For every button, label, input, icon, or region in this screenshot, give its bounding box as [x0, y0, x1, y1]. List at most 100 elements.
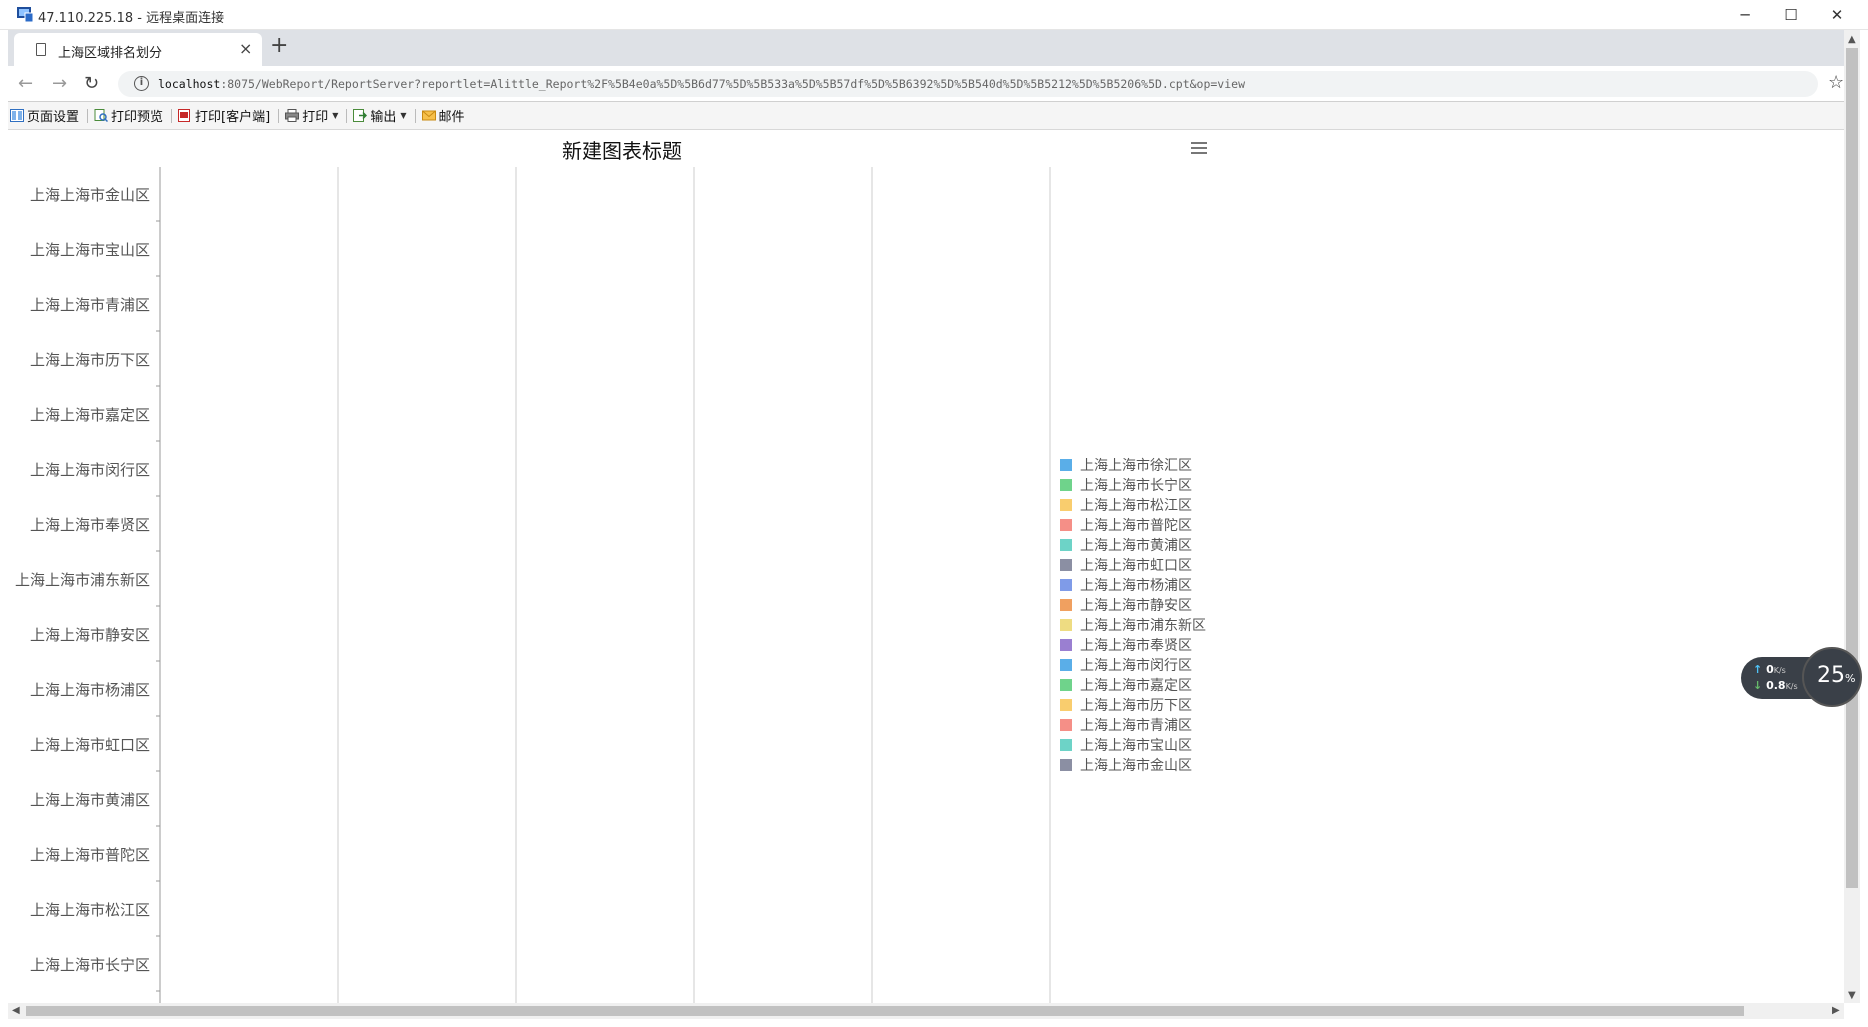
legend-item[interactable]: 上海上海市黄浦区: [1060, 537, 1192, 554]
y-tick-label: 上海上海市奉贤区: [30, 516, 150, 534]
reload-icon[interactable]: ↻: [84, 73, 99, 94]
toolbar-divider: [346, 108, 348, 123]
chart-grid: [159, 167, 1051, 1003]
chevron-down-icon: ▼: [400, 111, 407, 120]
legend-item[interactable]: 上海上海市虹口区: [1060, 557, 1192, 574]
legend-item[interactable]: 上海上海市历下区: [1060, 697, 1192, 714]
url-path: :8075/WebReport/ReportServer?reportlet=A…: [220, 77, 1246, 91]
toolbar-divider: [87, 108, 89, 123]
legend-swatch: [1060, 599, 1072, 611]
page-setup-label: 页面设置: [27, 110, 80, 125]
tab-close-icon[interactable]: ×: [239, 39, 252, 58]
legend-item[interactable]: 上海上海市奉贤区: [1060, 637, 1192, 654]
new-tab-icon[interactable]: +: [270, 33, 288, 58]
legend-item[interactable]: 上海上海市金山区: [1060, 757, 1192, 774]
url-host: localhost: [158, 77, 221, 91]
cpu-value: 25: [1817, 663, 1845, 688]
toolbar-divider: [278, 108, 280, 123]
legend-item[interactable]: 上海上海市静安区: [1060, 597, 1192, 614]
print-label: 打印: [302, 110, 329, 125]
maximize-button[interactable]: ☐: [1768, 3, 1814, 27]
page-setup-button[interactable]: 页面设置: [10, 106, 79, 125]
legend-swatch: [1060, 759, 1072, 771]
print-dropdown-button[interactable]: 打印 ▼: [285, 106, 338, 125]
vertical-scroll-thumb[interactable]: [1846, 48, 1858, 888]
legend-item[interactable]: 上海上海市宝山区: [1060, 737, 1192, 754]
remote-desktop-window: 47.110.225.18 - 远程桌面连接 ─ ☐ ✕ 上海区域排名划分 × …: [0, 0, 1868, 1027]
toolbar-divider: [171, 108, 173, 123]
legend-swatch: [1060, 659, 1072, 671]
scroll-down-arrow-icon[interactable]: ▼: [1848, 990, 1856, 1001]
close-button[interactable]: ✕: [1814, 3, 1860, 27]
export-dropdown-button[interactable]: 输出 ▼: [353, 106, 407, 125]
legend-item[interactable]: 上海上海市浦东新区: [1060, 617, 1206, 634]
y-tick-label: 上海上海市金山区: [30, 186, 150, 204]
chart-legend: 上海上海市徐汇区上海上海市长宁区上海上海市松江区上海上海市普陀区上海上海市黄浦区…: [1060, 457, 1206, 774]
legend-label: 上海上海市奉贤区: [1080, 637, 1192, 654]
legend-item[interactable]: 上海上海市杨浦区: [1060, 577, 1192, 594]
toolbar-divider: [414, 108, 416, 123]
legend-swatch: [1060, 499, 1072, 511]
chart-menu-icon[interactable]: [1191, 142, 1207, 154]
y-tick-label: 上海上海市历下区: [30, 351, 150, 369]
bookmark-star-icon[interactable]: ☆: [1828, 72, 1844, 93]
upload-arrow-icon: ↑: [1753, 663, 1763, 676]
legend-swatch: [1060, 719, 1072, 731]
browser-tab-bar: 上海区域排名划分 × +: [8, 30, 1848, 66]
close-icon: ✕: [1830, 6, 1844, 24]
legend-item[interactable]: 上海上海市闵行区: [1060, 657, 1192, 674]
cpu-unit: %: [1845, 672, 1856, 685]
legend-label: 上海上海市嘉定区: [1080, 677, 1192, 694]
legend-label: 上海上海市闵行区: [1080, 657, 1192, 674]
legend-label: 上海上海市长宁区: [1080, 477, 1192, 494]
back-arrow-icon[interactable]: ←: [18, 73, 33, 94]
y-tick-label: 上海上海市松江区: [30, 901, 150, 919]
legend-swatch: [1060, 559, 1072, 571]
browser-tab[interactable]: 上海区域排名划分 ×: [14, 33, 262, 66]
legend-label: 上海上海市普陀区: [1080, 517, 1192, 534]
legend-swatch: [1060, 639, 1072, 651]
minimize-button[interactable]: ─: [1722, 3, 1768, 27]
print-preview-label: 打印预览: [111, 110, 164, 125]
y-tick-label: 上海上海市黄浦区: [30, 791, 150, 809]
legend-item[interactable]: 上海上海市普陀区: [1060, 517, 1192, 534]
legend-item[interactable]: 上海上海市松江区: [1060, 497, 1192, 514]
minimize-icon: ─: [1740, 6, 1750, 24]
legend-label: 上海上海市青浦区: [1080, 717, 1192, 734]
pdf-print-icon: [178, 109, 191, 122]
download-speed: ↓ 0.8K/s: [1753, 679, 1798, 692]
download-unit: K/s: [1785, 682, 1798, 691]
legend-label: 上海上海市金山区: [1080, 757, 1192, 774]
y-tick-label: 上海上海市静安区: [30, 626, 150, 644]
legend-label: 上海上海市松江区: [1080, 497, 1192, 514]
legend-label: 上海上海市历下区: [1080, 697, 1192, 714]
legend-item[interactable]: 上海上海市徐汇区: [1060, 457, 1192, 474]
tab-title: 上海区域排名划分: [58, 46, 163, 61]
print-preview-button[interactable]: 打印预览: [94, 106, 163, 125]
legend-item[interactable]: 上海上海市长宁区: [1060, 477, 1192, 494]
y-tick-label: 上海上海市杨浦区: [30, 681, 150, 699]
page-icon: [36, 43, 46, 56]
scroll-right-arrow-icon[interactable]: ▶: [1832, 1005, 1840, 1016]
client-print-label: 打印[客户端]: [195, 110, 271, 125]
legend-label: 上海上海市徐汇区: [1080, 457, 1192, 474]
rdp-title-bar: 47.110.225.18 - 远程桌面连接 ─ ☐ ✕: [0, 0, 1868, 30]
export-label: 输出: [370, 110, 397, 125]
mail-button[interactable]: 邮件: [421, 106, 465, 125]
legend-swatch: [1060, 479, 1072, 491]
upload-unit: K/s: [1773, 666, 1786, 675]
mail-icon: [421, 110, 436, 121]
url-input[interactable]: i localhost:8075/WebReport/ReportServer?…: [118, 71, 1818, 97]
forward-arrow-icon[interactable]: →: [52, 73, 67, 94]
info-icon[interactable]: i: [134, 76, 149, 91]
legend-item[interactable]: 上海上海市青浦区: [1060, 717, 1192, 734]
scroll-left-arrow-icon[interactable]: ◀: [12, 1005, 20, 1016]
client-print-button[interactable]: 打印[客户端]: [178, 106, 270, 125]
scroll-up-arrow-icon[interactable]: ▲: [1848, 34, 1856, 45]
legend-item[interactable]: 上海上海市嘉定区: [1060, 677, 1192, 694]
page-setup-icon: [10, 109, 24, 122]
download-arrow-icon: ↓: [1753, 679, 1763, 692]
legend-swatch: [1060, 619, 1072, 631]
horizontal-scroll-thumb[interactable]: [26, 1006, 1744, 1016]
y-tick-label: 上海上海市虹口区: [30, 736, 150, 754]
